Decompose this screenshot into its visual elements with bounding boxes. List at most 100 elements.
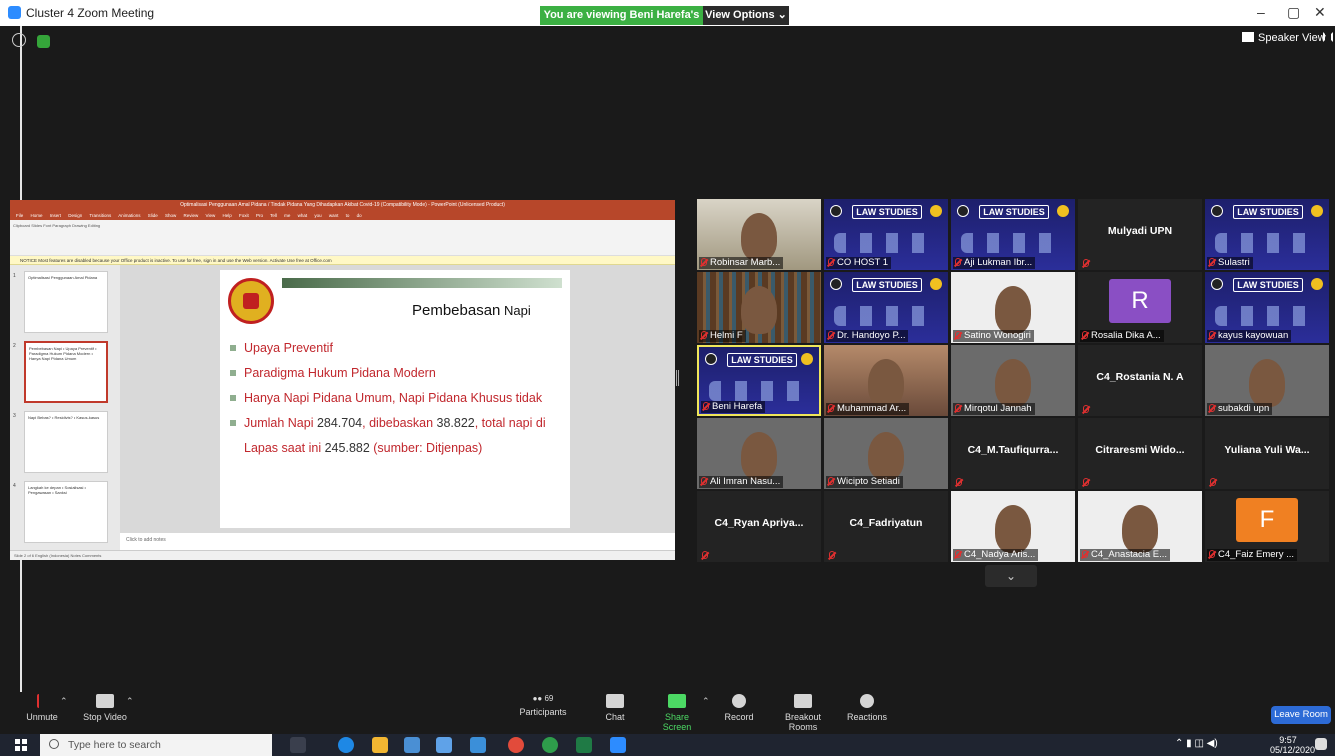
chevron-down-icon[interactable]: ⌄ <box>985 565 1037 587</box>
participant-tile[interactable]: F C4_Faiz Emery ... <box>1205 491 1329 562</box>
participant-tile[interactable]: Mulyadi UPN <box>1078 199 1202 270</box>
participant-tile[interactable]: Muhammad Ar... <box>824 345 948 416</box>
participant-tile[interactable]: Satino Wonogiri <box>951 272 1075 343</box>
conference-emblem-icon <box>1211 205 1223 217</box>
speaker-view-button[interactable]: Speaker View <box>1242 32 1326 44</box>
share-screen-button[interactable]: Share Screen ⌃ <box>650 694 710 732</box>
participant-name: Mirqotul Jannah <box>964 403 1032 414</box>
participant-tile[interactable]: R Rosalia Dika A... <box>1078 272 1202 343</box>
unmute-button[interactable]: Unmute ⌃ <box>22 694 68 722</box>
excel-icon[interactable] <box>576 737 592 753</box>
view-options-button[interactable]: View Options ⌄ <box>703 6 789 25</box>
bullet-text: Jumlah Napi <box>244 416 317 430</box>
participant-name-label: Rosalia Dika A... <box>1080 330 1164 342</box>
participant-tile[interactable]: Ali Imran Nasu... <box>697 418 821 489</box>
participant-name: Sulastri <box>1218 257 1250 268</box>
clock-time: 9:57 <box>1279 735 1297 745</box>
zoom-app-icon <box>8 6 21 19</box>
close-button[interactable]: ✕ <box>1314 4 1326 21</box>
mic-muted-icon <box>37 694 47 708</box>
participant-tile[interactable]: C4_Anastacia E... <box>1078 491 1202 562</box>
participant-name-center: Citraresmi Wido... <box>1095 444 1185 456</box>
leave-room-button[interactable]: Leave Room <box>1271 706 1331 724</box>
slide-thumbnail: Napi Bebas? • Residivis? • Kasus-kasus <box>24 411 108 473</box>
windows-start-icon[interactable] <box>15 739 27 751</box>
mic-muted-icon <box>1083 405 1089 413</box>
participant-tile[interactable]: Robinsar Marb... <box>697 199 821 270</box>
chevron-up-icon[interactable]: ⌃ <box>126 696 134 707</box>
participant-tile[interactable]: C4_Fadriyatun <box>824 491 948 562</box>
taskbar-search-box[interactable]: Type here to search <box>40 734 272 756</box>
mic-muted-icon <box>955 331 961 339</box>
law-studies-banner: LAW STUDIES <box>727 353 797 367</box>
reactions-button[interactable]: Reactions <box>846 694 888 722</box>
bullet-text: Upaya Preventif <box>244 341 333 355</box>
mic-muted-icon <box>701 331 707 339</box>
video-camera-icon <box>96 694 114 708</box>
stop-video-button[interactable]: Stop Video ⌃ <box>80 694 134 722</box>
fullscreen-icon[interactable] <box>1323 32 1333 42</box>
bullet-item: Upaya Preventif <box>228 336 563 361</box>
info-icon[interactable] <box>12 33 26 47</box>
participant-tile[interactable]: subakdi upn <box>1205 345 1329 416</box>
record-button[interactable]: Record <box>722 694 756 722</box>
edge-icon[interactable] <box>338 737 354 753</box>
encryption-shield-icon[interactable] <box>37 35 50 48</box>
mic-muted-icon <box>955 258 961 266</box>
participant-tile[interactable]: Helmi F <box>697 272 821 343</box>
participant-name-label: Mirqotul Jannah <box>953 403 1035 415</box>
mic-muted-icon <box>955 550 961 558</box>
meeting-toolbar: Unmute ⌃ Stop Video ⌃ ●● 69 Participants Ch… <box>0 692 1335 734</box>
speaker-view-label: Speaker View <box>1258 32 1326 44</box>
mic-muted-icon <box>1082 550 1088 558</box>
notifications-icon[interactable] <box>1315 738 1327 750</box>
participant-tile[interactable]: Citraresmi Wido... <box>1078 418 1202 489</box>
chevron-up-icon[interactable]: ⌃ <box>60 696 68 707</box>
minimize-button[interactable]: – <box>1257 4 1265 20</box>
chat-button[interactable]: Chat <box>600 694 630 722</box>
participant-video <box>741 213 777 261</box>
participant-tile[interactable]: Wicipto Setiadi <box>824 418 948 489</box>
chrome-icon[interactable] <box>508 737 524 753</box>
mail-icon[interactable] <box>404 737 420 753</box>
file-explorer-icon[interactable] <box>372 737 388 753</box>
participant-tile[interactable]: C4_Ryan Apriya... <box>697 491 821 562</box>
split-resize-handle[interactable] <box>676 370 679 386</box>
participant-tile[interactable]: LAW STUDIES Dr. Handoyo P... <box>824 272 948 343</box>
participant-tile[interactable]: LAW STUDIES Sulastri <box>1205 199 1329 270</box>
participant-tile[interactable]: C4_Rostania N. A <box>1078 345 1202 416</box>
app-icon[interactable] <box>470 737 486 753</box>
tray-icons[interactable]: ⌃ ▮ ◫ ◀) <box>1175 738 1218 749</box>
speaker-photos <box>1215 233 1319 253</box>
participant-tile[interactable]: LAW STUDIES Beni Harefa <box>697 345 821 416</box>
tray-clock[interactable]: 9:57 05/12/2020 <box>1270 735 1315 755</box>
mic-muted-icon <box>828 258 834 266</box>
chevron-up-icon[interactable]: ⌃ <box>702 696 710 707</box>
participant-tile[interactable]: LAW STUDIES CO HOST 1 <box>824 199 948 270</box>
participant-name-label: Muhammad Ar... <box>826 403 910 415</box>
window-title: Cluster 4 Zoom Meeting <box>26 6 155 20</box>
zoom-taskbar-icon[interactable] <box>610 737 626 753</box>
participant-name: Wicipto Setiadi <box>837 476 900 487</box>
released-count: 38.822 <box>436 416 475 430</box>
dropbox-icon[interactable] <box>436 737 452 753</box>
slide-header-band <box>282 278 562 288</box>
chrome-profile-icon[interactable] <box>542 737 558 753</box>
law-studies-banner: LAW STUDIES <box>979 205 1049 219</box>
participant-name: subakdi upn <box>1218 403 1270 414</box>
task-view-icon[interactable] <box>290 737 306 753</box>
participant-tile[interactable]: C4_M.Taufiqurra... <box>951 418 1075 489</box>
participants-button[interactable]: ●● 69 Participants <box>518 694 568 717</box>
participant-tile[interactable]: LAW STUDIES kayus kayowuan <box>1205 272 1329 343</box>
participant-name-center: Mulyadi UPN <box>1107 225 1173 237</box>
participant-tile[interactable]: C4_Nadya Aris... <box>951 491 1075 562</box>
university-logo <box>228 278 274 324</box>
participant-tile[interactable]: Yuliana Yuli Wa... <box>1205 418 1329 489</box>
conference-emblem-icon <box>1211 278 1223 290</box>
breakout-rooms-button[interactable]: Breakout Rooms <box>770 694 836 732</box>
participant-tile[interactable]: LAW STUDIES Aji Lukman Ibr... <box>951 199 1075 270</box>
stop-video-label: Stop Video <box>83 712 127 722</box>
participant-tile[interactable]: Mirqotul Jannah <box>951 345 1075 416</box>
restore-button[interactable]: ▢ <box>1287 4 1300 21</box>
participant-name-center: C4_Fadriyatun <box>849 517 923 529</box>
